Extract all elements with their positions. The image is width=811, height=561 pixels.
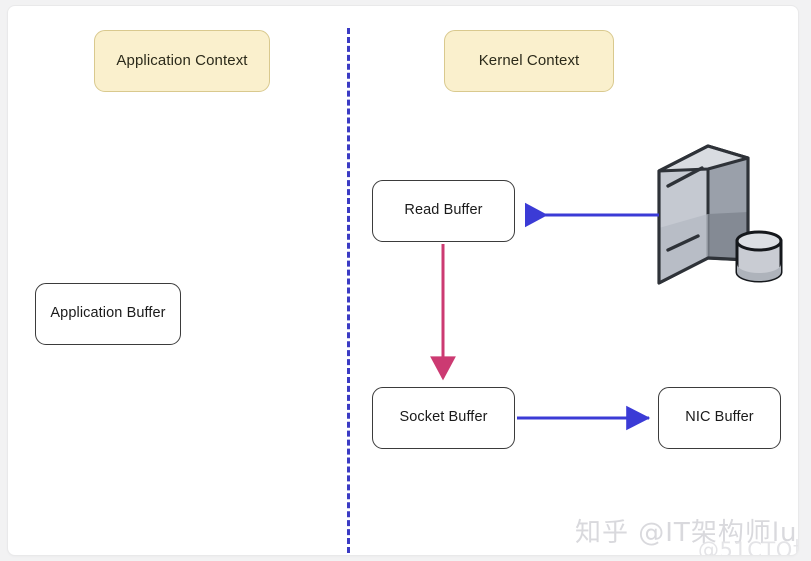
application-buffer-box[interactable]: Application Buffer <box>35 283 181 345</box>
context-divider <box>347 28 350 553</box>
nic-buffer-box[interactable]: NIC Buffer <box>658 387 781 449</box>
application-context-label: Application Context <box>116 52 248 69</box>
nic-buffer-label: NIC Buffer <box>685 409 754 426</box>
diagram-canvas: Application Context Kernel Context Appli… <box>8 6 798 555</box>
application-context-box[interactable]: Application Context <box>94 30 270 92</box>
server-disk-icon <box>657 144 783 285</box>
application-buffer-label: Application Buffer <box>50 305 166 322</box>
watermark-51cto: @51CTO博客 <box>698 538 798 555</box>
kernel-context-label: Kernel Context <box>478 52 580 69</box>
read-buffer-label: Read Buffer <box>404 202 483 219</box>
diagram-screenshot: Application Context Kernel Context Appli… <box>0 0 811 561</box>
socket-buffer-box[interactable]: Socket Buffer <box>372 387 515 449</box>
kernel-context-box[interactable]: Kernel Context <box>444 30 614 92</box>
socket-buffer-label: Socket Buffer <box>399 409 488 426</box>
read-buffer-box[interactable]: Read Buffer <box>372 180 515 242</box>
